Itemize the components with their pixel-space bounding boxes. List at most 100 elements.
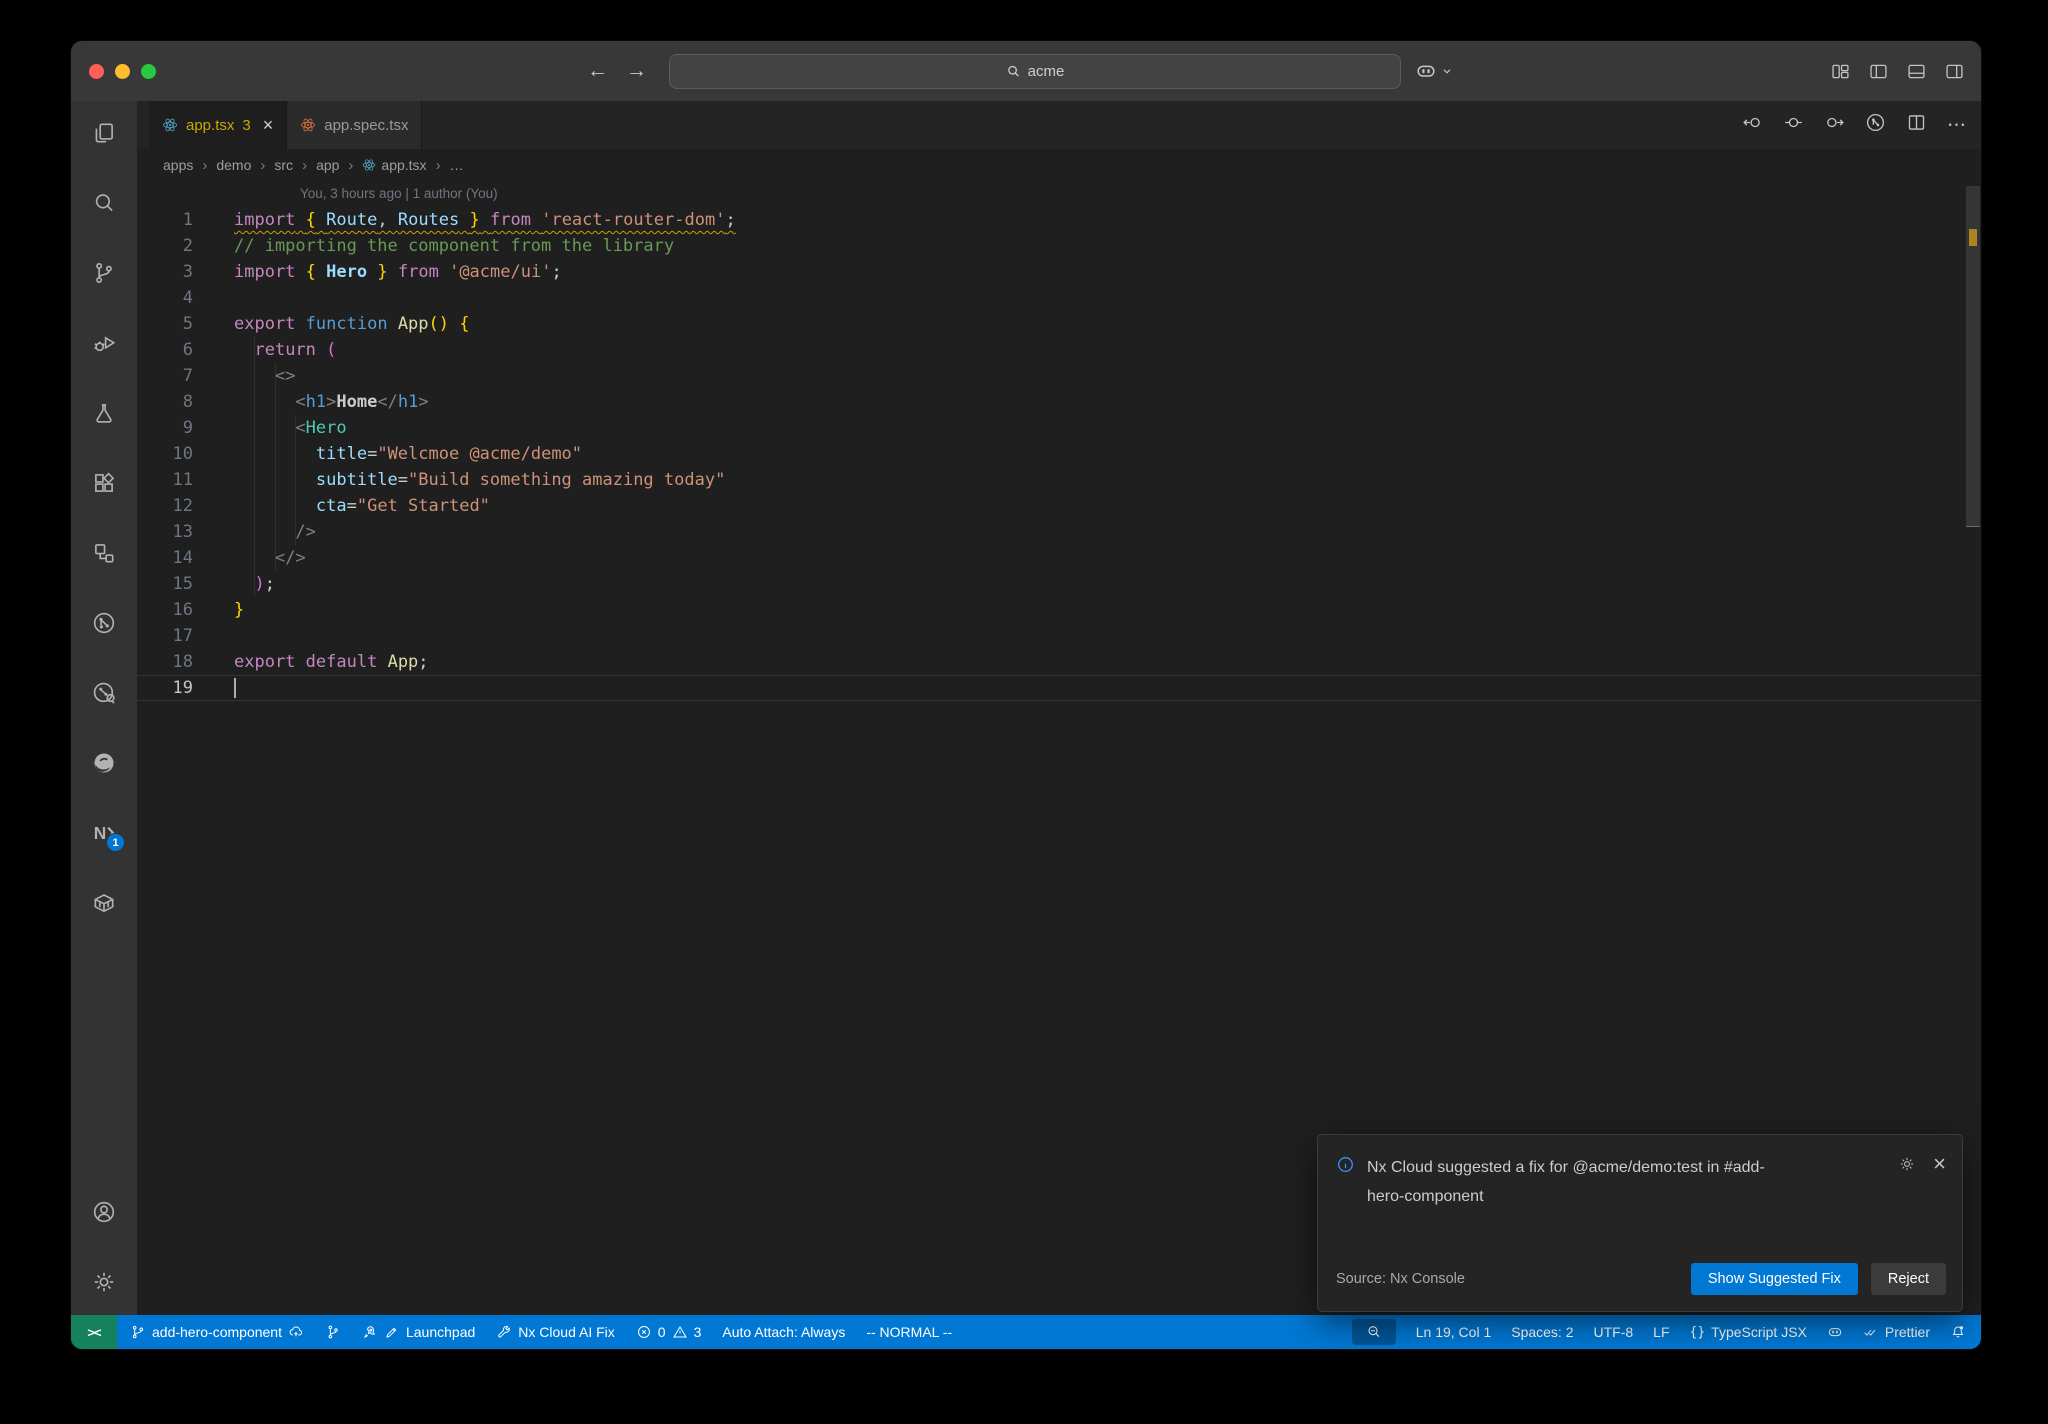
- references-icon[interactable]: [91, 540, 117, 566]
- run-debug-icon[interactable]: [91, 330, 117, 356]
- eol-status[interactable]: LF: [1653, 1324, 1669, 1340]
- search-icon[interactable]: [91, 190, 117, 216]
- code-line-3[interactable]: 3 import { Hero } from '@acme/ui';: [137, 259, 1981, 285]
- breadcrumb-item[interactable]: demo: [216, 157, 251, 173]
- close-window-button[interactable]: [89, 63, 104, 79]
- copilot-menu[interactable]: [1415, 41, 1453, 101]
- line-number[interactable]: 4: [137, 285, 193, 311]
- code-line-8[interactable]: 8 <h1>Home</h1>: [137, 389, 1981, 415]
- settings-gear-icon[interactable]: [91, 1269, 117, 1295]
- code-line-11[interactable]: 11 subtitle="Build something amazing tod…: [137, 467, 1981, 493]
- prettier-status[interactable]: Prettier: [1863, 1324, 1930, 1340]
- command-center-search[interactable]: acme: [669, 54, 1401, 89]
- close-tab-icon[interactable]: ×: [263, 116, 274, 134]
- changes-icon[interactable]: [1783, 112, 1804, 138]
- code-line-15[interactable]: 15 );: [137, 571, 1981, 597]
- breadcrumb-file[interactable]: app.tsx: [362, 157, 427, 173]
- auto-attach-status[interactable]: Auto Attach: Always: [722, 1324, 845, 1340]
- back-button[interactable]: ←: [587, 59, 608, 83]
- customize-layout-icon[interactable]: [1830, 61, 1851, 82]
- code-line-13[interactable]: 13 />: [137, 519, 1981, 545]
- zoom-out-button[interactable]: [1351, 1319, 1396, 1345]
- code-line-1[interactable]: 1 import { Route, Routes } from 'react-ro…: [137, 207, 1981, 233]
- edge-browser-icon[interactable]: [91, 750, 117, 776]
- run-target-icon[interactable]: [1865, 112, 1886, 138]
- toast-settings-gear-icon[interactable]: [1898, 1155, 1916, 1178]
- reject-button[interactable]: Reject: [1870, 1263, 1946, 1295]
- line-number[interactable]: 18: [137, 649, 193, 675]
- line-number[interactable]: 19: [137, 675, 193, 701]
- tab-app-tsx[interactable]: app.tsx 3 ×: [149, 101, 288, 149]
- code-line-18[interactable]: 18 export default App;: [137, 649, 1981, 675]
- vim-mode-status[interactable]: -- NORMAL --: [866, 1324, 952, 1340]
- code-line-10[interactable]: 10 title="Welcmoe @acme/demo": [137, 441, 1981, 467]
- line-number[interactable]: 17: [137, 623, 193, 649]
- code-line-17[interactable]: 17: [137, 623, 1981, 649]
- code-line-16[interactable]: 16}: [137, 597, 1981, 623]
- indentation-status[interactable]: Spaces: 2: [1511, 1324, 1573, 1340]
- notifications-bell[interactable]: [1950, 1324, 1966, 1340]
- nx-cloud-ai-fix-status[interactable]: Nx Cloud AI Fix: [496, 1324, 615, 1340]
- more-actions-icon[interactable]: ⋯: [1947, 114, 1967, 137]
- line-number[interactable]: 16: [137, 597, 193, 623]
- editor-scrollbar[interactable]: [1965, 149, 1981, 1315]
- nx-console-icon[interactable]: N 1: [91, 820, 125, 852]
- breadcrumb-item[interactable]: apps: [163, 157, 193, 173]
- line-number[interactable]: 6: [137, 337, 193, 363]
- code-line-12[interactable]: 12 cta="Get Started": [137, 493, 1981, 519]
- code-line-19[interactable]: 19: [137, 675, 1981, 701]
- code-line-4[interactable]: 4: [137, 285, 1981, 311]
- toast-close-icon[interactable]: ×: [1933, 1153, 1946, 1175]
- breadcrumb-item[interactable]: app: [316, 157, 339, 173]
- remote-indicator[interactable]: ><: [71, 1315, 117, 1349]
- line-number[interactable]: 8: [137, 389, 193, 415]
- containers-icon[interactable]: [91, 890, 117, 916]
- code-line-9[interactable]: 9 <Hero: [137, 415, 1981, 441]
- line-number[interactable]: 15: [137, 571, 193, 597]
- toggle-primary-sidebar-icon[interactable]: [1868, 61, 1889, 82]
- language-mode-status[interactable]: {} TypeScript JSX: [1690, 1324, 1807, 1340]
- line-number[interactable]: 12: [137, 493, 193, 519]
- scrollbar-thumb[interactable]: [1966, 186, 1980, 527]
- extensions-icon[interactable]: [91, 470, 117, 496]
- toggle-panel-icon[interactable]: [1906, 61, 1927, 82]
- cursor-position-status[interactable]: Ln 19, Col 1: [1416, 1324, 1492, 1340]
- code-line-7[interactable]: 7 <>: [137, 363, 1981, 389]
- line-number[interactable]: 9: [137, 415, 193, 441]
- line-number[interactable]: 10: [137, 441, 193, 467]
- line-number[interactable]: 7: [137, 363, 193, 389]
- minimize-window-button[interactable]: [115, 63, 130, 79]
- line-number[interactable]: 2: [137, 233, 193, 259]
- tab-app-spec-tsx[interactable]: app.spec.tsx: [287, 101, 423, 149]
- breadcrumb-item[interactable]: …: [450, 157, 464, 173]
- line-number[interactable]: 13: [137, 519, 193, 545]
- copilot-status[interactable]: [1827, 1324, 1843, 1340]
- previous-change-icon[interactable]: [1742, 112, 1763, 138]
- maximize-window-button[interactable]: [141, 63, 156, 79]
- code-line-6[interactable]: 6 return (: [137, 337, 1981, 363]
- encoding-status[interactable]: UTF-8: [1594, 1324, 1634, 1340]
- line-number[interactable]: 11: [137, 467, 193, 493]
- git-branch-status[interactable]: add-hero-component: [130, 1324, 304, 1340]
- problems-status[interactable]: 0 3: [636, 1324, 701, 1340]
- source-control-icon[interactable]: [91, 260, 117, 286]
- launchpad-status[interactable]: Launchpad: [362, 1324, 475, 1340]
- code-line-2[interactable]: 2 // importing the component from the lib…: [137, 233, 1981, 259]
- explorer-icon[interactable]: [91, 120, 117, 146]
- nx-project-details-icon[interactable]: [91, 680, 117, 706]
- toggle-secondary-sidebar-icon[interactable]: [1944, 61, 1965, 82]
- line-number[interactable]: 3: [137, 259, 193, 285]
- breadcrumb-item[interactable]: src: [274, 157, 293, 173]
- show-suggested-fix-button[interactable]: Show Suggested Fix: [1690, 1263, 1858, 1295]
- line-number[interactable]: 1: [137, 207, 193, 233]
- line-number[interactable]: 5: [137, 311, 193, 337]
- account-icon[interactable]: [91, 1199, 117, 1225]
- forward-button[interactable]: →: [626, 59, 647, 83]
- nx-graph-icon[interactable]: [91, 610, 117, 636]
- source-control-graph-status[interactable]: [325, 1324, 341, 1340]
- next-change-icon[interactable]: [1824, 112, 1845, 138]
- testing-icon[interactable]: [91, 400, 117, 426]
- split-editor-icon[interactable]: [1906, 112, 1927, 138]
- code-line-14[interactable]: 14 </>: [137, 545, 1981, 571]
- line-number[interactable]: 14: [137, 545, 193, 571]
